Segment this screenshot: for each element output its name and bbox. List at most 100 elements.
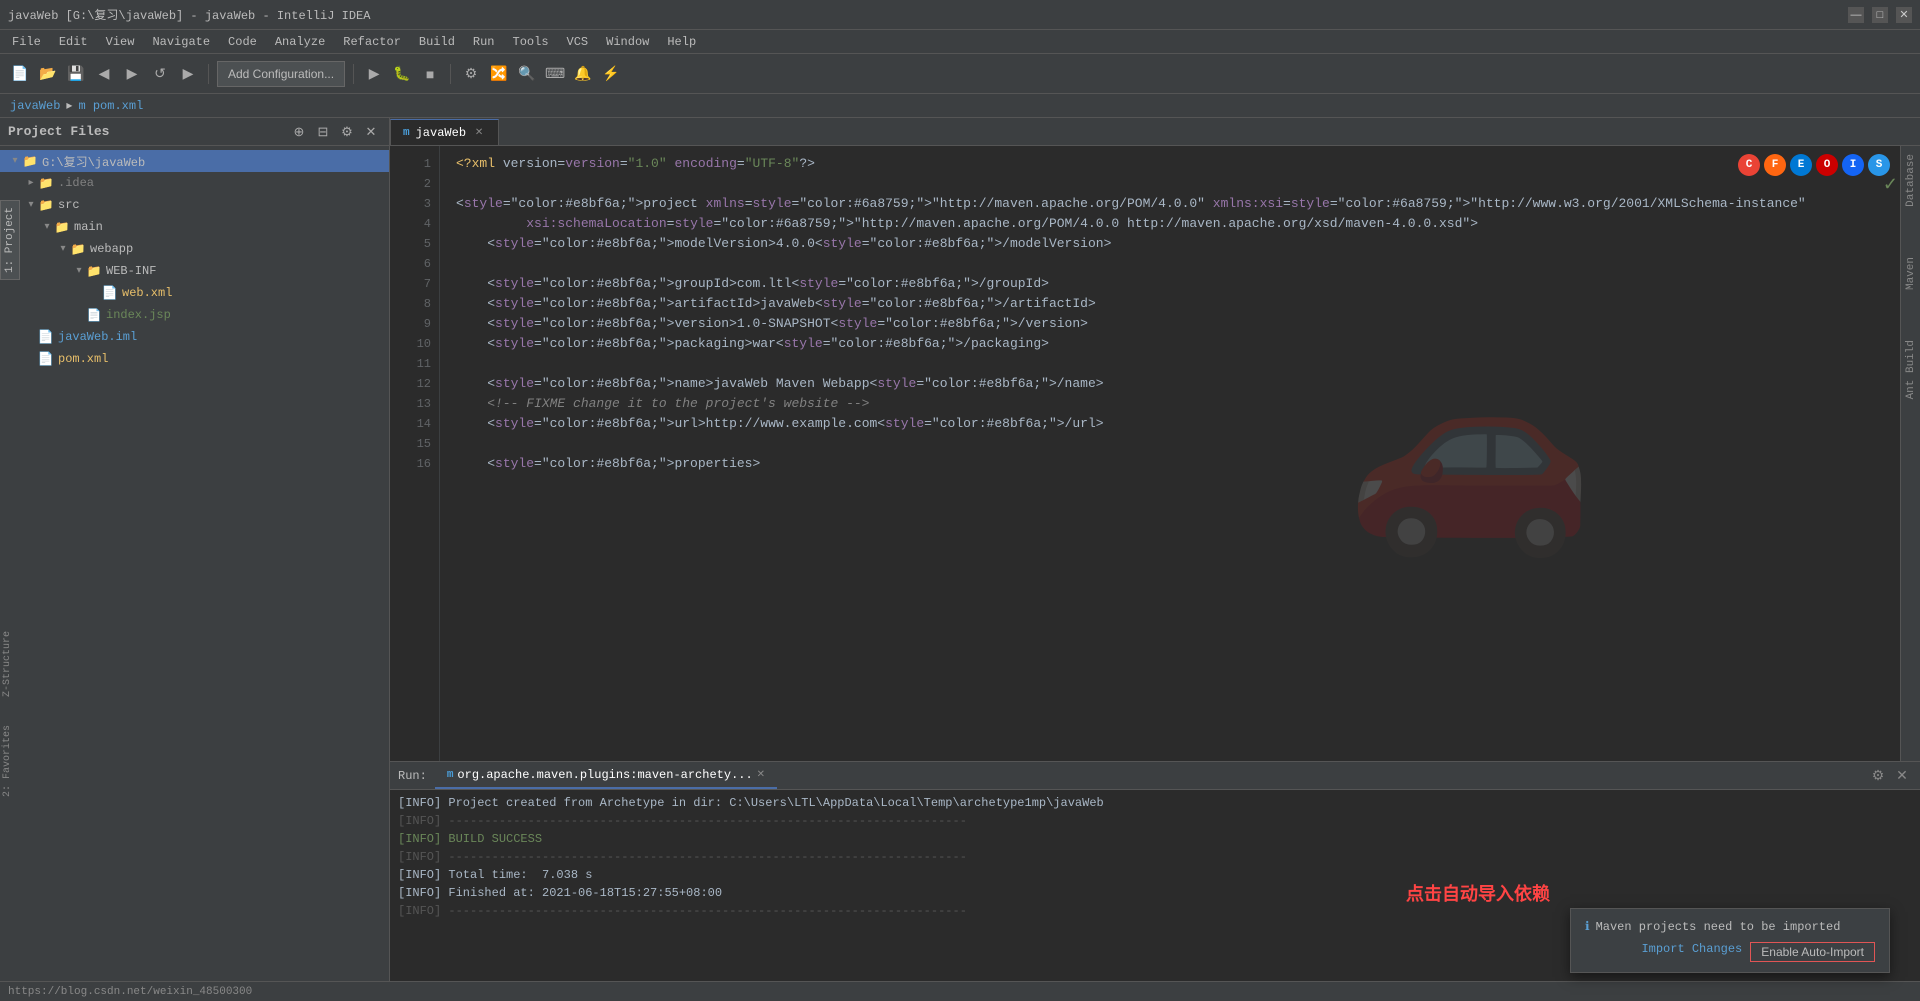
tree-item-8[interactable]: 📄javaWeb.iml	[0, 326, 389, 348]
project-panel-tab[interactable]: 1: Project	[0, 200, 20, 280]
forward-button[interactable]: ▶	[120, 62, 144, 86]
panel-settings-button[interactable]: ⚙	[1868, 766, 1888, 786]
code-editor[interactable]: <?xml version=version="1.0" encoding="UT…	[440, 146, 1920, 761]
editor-area[interactable]: 🚗 ✓ C F E O I S 12345678910111213141516 …	[390, 146, 1920, 761]
console-line: [INFO] ---------------------------------…	[398, 812, 1912, 830]
code-line-3: <style="color:#e8bf6a;">project xmlns=st…	[456, 194, 1904, 214]
import-changes-link[interactable]: Import Changes	[1641, 942, 1742, 962]
tree-icon-6: 📄	[102, 285, 118, 301]
toolbar: 📄 📂 💾 ◀ ▶ ↺ ▶ Add Configuration... ▶ 🐛 ■…	[0, 54, 1920, 94]
tree-item-6[interactable]: 📄web.xml	[0, 282, 389, 304]
breadcrumb-part-2[interactable]: m pom.xml	[78, 99, 143, 113]
save-button[interactable]: 💾	[64, 62, 88, 86]
tree-icon-1: 📁	[38, 175, 54, 191]
editor-tabs: m javaWeb ✕	[390, 118, 1920, 146]
debug-button[interactable]: 🐛	[390, 62, 414, 86]
close-button[interactable]: ✕	[1896, 7, 1912, 23]
menu-item-tools[interactable]: Tools	[505, 33, 557, 51]
refresh-button[interactable]: ↺	[148, 62, 172, 86]
tree-item-7[interactable]: 📄index.jsp	[0, 304, 389, 326]
menu-item-window[interactable]: Window	[598, 33, 657, 51]
project-tree: ▾📁G:\复习\javaWeb▸📁.idea▾📁src▾📁main▾📁webap…	[0, 146, 389, 981]
tree-icon-4: 📁	[70, 241, 86, 257]
tree-label-2: src	[58, 198, 80, 212]
vcs-button[interactable]: 🔀	[487, 62, 511, 86]
tree-item-3[interactable]: ▾📁main	[0, 216, 389, 238]
menu-item-refactor[interactable]: Refactor	[335, 33, 409, 51]
separator-3	[450, 64, 451, 84]
panel-close-button[interactable]: ✕	[1892, 766, 1912, 786]
terminal-button[interactable]: ⌨	[543, 62, 567, 86]
collapse-all-button[interactable]: ⊟	[313, 122, 333, 142]
menu-item-build[interactable]: Build	[411, 33, 463, 51]
minimize-button[interactable]: —	[1848, 7, 1864, 23]
notifications-button[interactable]: 🔔	[571, 62, 595, 86]
tree-item-2[interactable]: ▾📁src	[0, 194, 389, 216]
console-line: [INFO] Total time: 7.038 s	[398, 866, 1912, 884]
maximize-button[interactable]: □	[1872, 7, 1888, 23]
code-line-2	[456, 174, 1904, 194]
run-button[interactable]: ▶	[362, 62, 386, 86]
tree-icon-3: 📁	[54, 219, 70, 235]
console-line: [INFO] BUILD SUCCESS	[398, 830, 1912, 848]
code-line-14: <style="color:#e8bf6a;">url>http://www.e…	[456, 414, 1904, 434]
tree-item-5[interactable]: ▾📁WEB-INF	[0, 260, 389, 282]
tree-label-7: index.jsp	[106, 308, 171, 322]
stop-button[interactable]: ■	[418, 62, 442, 86]
menu-item-edit[interactable]: Edit	[51, 33, 96, 51]
tab-javaweb[interactable]: m javaWeb ✕	[390, 119, 499, 145]
tree-arrow-7	[72, 308, 86, 322]
line-number-1: 1	[390, 154, 431, 174]
line-number-8: 8	[390, 294, 431, 314]
menu-item-help[interactable]: Help	[659, 33, 704, 51]
title-bar: javaWeb [G:\复习\javaWeb] - javaWeb - Inte…	[0, 0, 1920, 30]
add-file-button[interactable]: ⊕	[289, 122, 309, 142]
tree-item-0[interactable]: ▾📁G:\复习\javaWeb	[0, 150, 389, 172]
tree-icon-9: 📄	[38, 351, 54, 367]
editor-section: m javaWeb ✕ 🚗 ✓ C F E O I S 123456789101…	[390, 118, 1920, 981]
back-button[interactable]: ◀	[92, 62, 116, 86]
favorites-panel-tab[interactable]: 2: Favorites	[0, 721, 15, 801]
tab-close-button[interactable]: ✕	[472, 126, 486, 140]
tab-icon: m	[403, 127, 410, 139]
line-number-6: 6	[390, 254, 431, 274]
line-number-11: 11	[390, 354, 431, 374]
menu-item-run[interactable]: Run	[465, 33, 503, 51]
run-tab-icon: m	[447, 769, 454, 781]
code-line-5: <style="color:#e8bf6a;">modelVersion>4.0…	[456, 234, 1904, 254]
search-button[interactable]: 🔍	[515, 62, 539, 86]
run-tab[interactable]: m org.apache.maven.plugins:maven-archety…	[435, 763, 777, 789]
tree-icon-0: 📁	[22, 153, 38, 169]
enable-auto-import-button[interactable]: Enable Auto-Import	[1750, 942, 1875, 962]
tree-label-1: .idea	[58, 176, 94, 190]
settings-button[interactable]: ⚙	[459, 62, 483, 86]
tab-label: javaWeb	[416, 126, 466, 140]
menu-item-file[interactable]: File	[4, 33, 49, 51]
tree-item-4[interactable]: ▾📁webapp	[0, 238, 389, 260]
menu-item-code[interactable]: Code	[220, 33, 265, 51]
sidebar-toolbar: Project Files ⊕ ⊟ ⚙ ✕	[0, 118, 389, 146]
code-line-4: xsi:schemaLocation=style="color:#6a8759;…	[456, 214, 1904, 234]
open-button[interactable]: 📂	[36, 62, 60, 86]
menu-item-vcs[interactable]: VCS	[559, 33, 597, 51]
z-structure-tab[interactable]: Z-Structure	[0, 627, 15, 701]
menu-item-navigate[interactable]: Navigate	[144, 33, 218, 51]
tree-arrow-2: ▾	[24, 198, 38, 212]
tree-label-3: main	[74, 220, 103, 234]
settings-sidebar-button[interactable]: ⚙	[337, 122, 357, 142]
run-tab-label: org.apache.maven.plugins:maven-archety..…	[457, 768, 752, 782]
tree-item-1[interactable]: ▸📁.idea	[0, 172, 389, 194]
run-config-button[interactable]: ▶	[176, 62, 200, 86]
tree-label-4: webapp	[90, 242, 133, 256]
new-button[interactable]: 📄	[8, 62, 32, 86]
power-button[interactable]: ⚡	[599, 62, 623, 86]
close-sidebar-button[interactable]: ✕	[361, 122, 381, 142]
code-line-12: <style="color:#e8bf6a;">name>javaWeb Mav…	[456, 374, 1904, 394]
menu-item-analyze[interactable]: Analyze	[267, 33, 333, 51]
run-tab-close[interactable]: ✕	[757, 769, 765, 781]
tree-item-9[interactable]: 📄pom.xml	[0, 348, 389, 370]
add-configuration-button[interactable]: Add Configuration...	[217, 61, 345, 87]
menu-item-view[interactable]: View	[98, 33, 143, 51]
breadcrumb-part-1[interactable]: javaWeb	[10, 99, 60, 113]
line-number-5: 5	[390, 234, 431, 254]
